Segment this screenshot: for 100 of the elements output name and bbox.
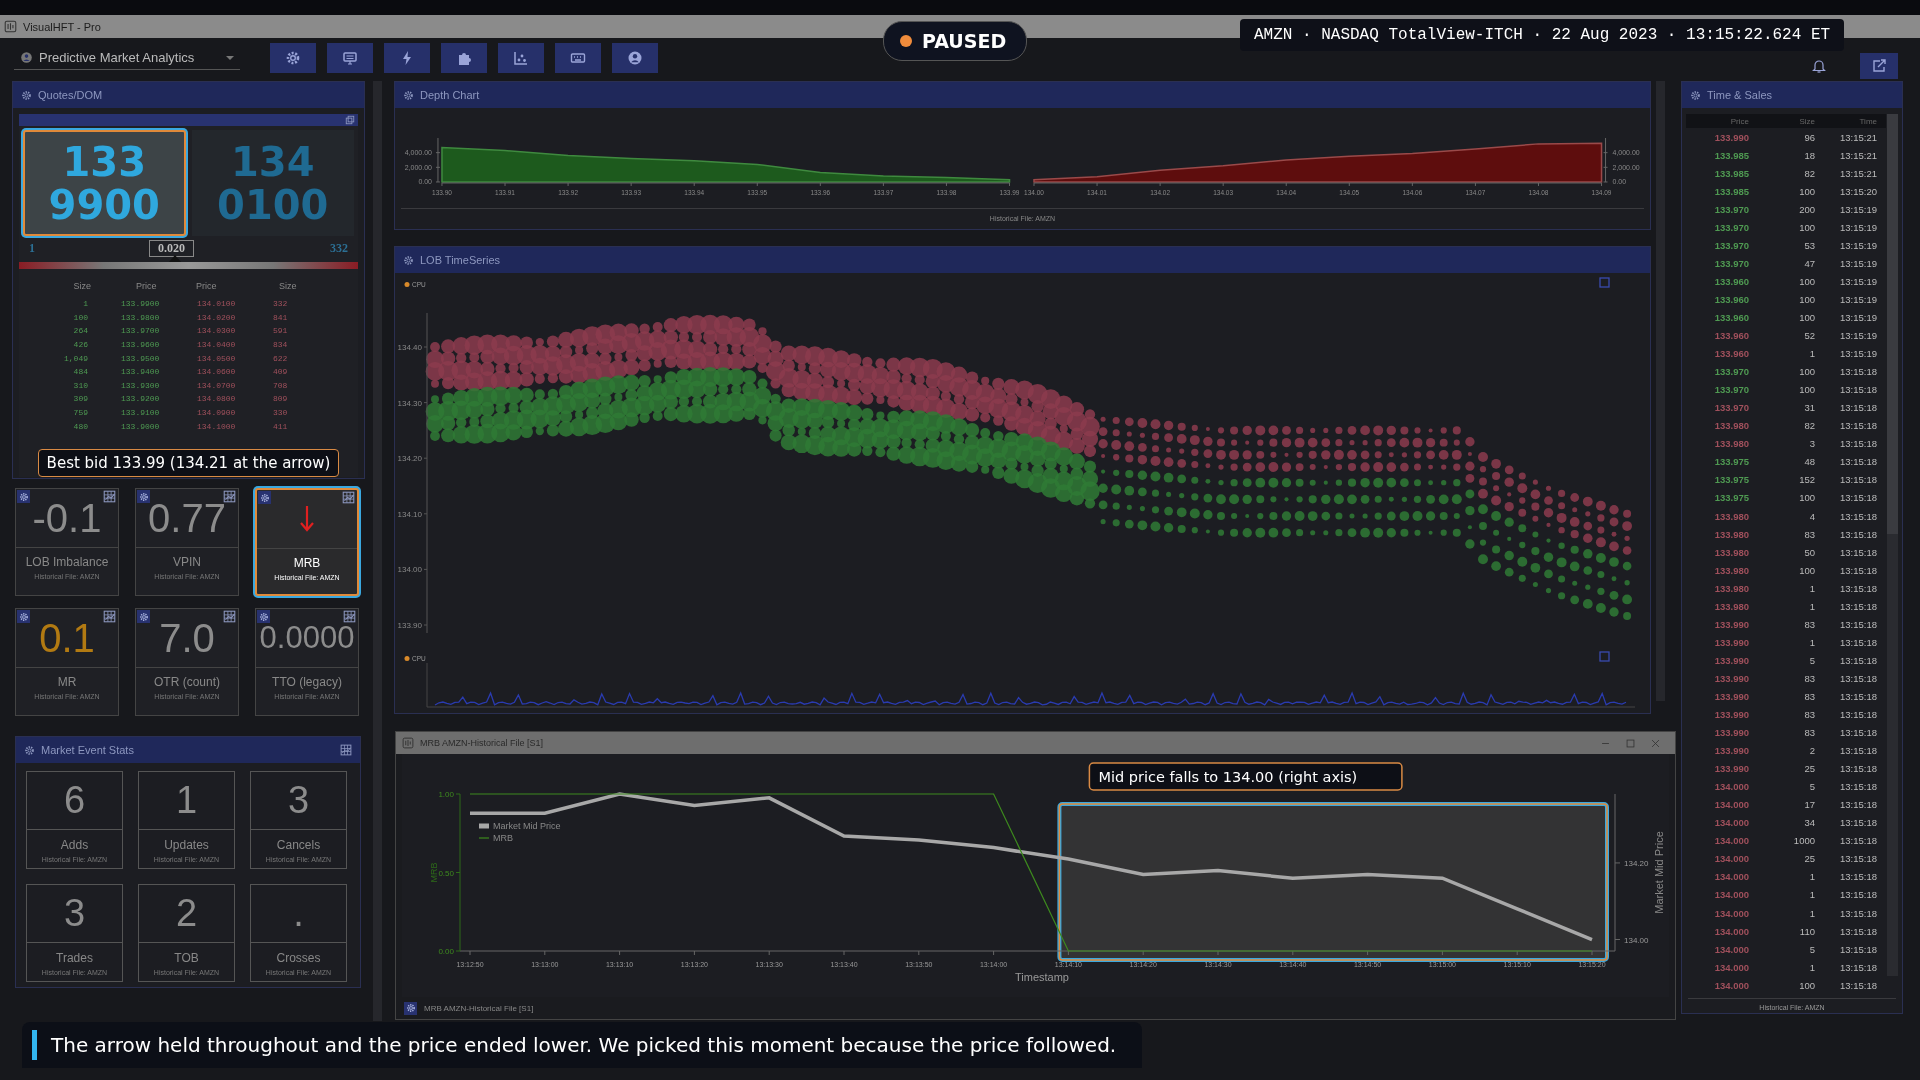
table-cell-text: 834 xyxy=(272,340,289,350)
table-cell-text: 309 xyxy=(72,394,89,404)
tile-label: VPIN xyxy=(172,555,202,569)
callout-label: Mid price falls to 134.00 (right axis) xyxy=(1088,762,1403,791)
monitor-icon xyxy=(342,50,358,66)
puzzle-button[interactable] xyxy=(441,43,487,73)
table-cell-text: 1 xyxy=(1808,348,1816,360)
scrollbar[interactable] xyxy=(1887,114,1898,976)
chart-grid-icon[interactable] xyxy=(223,490,236,503)
callout-label: Best bid 133.99 (134.21 at the arrow) xyxy=(37,448,340,477)
table-cell-text: 133.975 xyxy=(1713,456,1750,468)
table-cell-text: 133.970 xyxy=(1713,257,1750,269)
chart-grid-icon[interactable] xyxy=(340,744,352,756)
settings-icon[interactable] xyxy=(24,744,35,756)
stat-label: Adds xyxy=(59,838,90,852)
price-integer: 134 xyxy=(231,141,315,182)
chart-grid-icon[interactable] xyxy=(223,610,236,623)
settings-icon[interactable] xyxy=(403,254,414,266)
settings-icon[interactable] xyxy=(1690,89,1701,101)
y-axis xyxy=(1602,137,1608,183)
tick-label: 134.20 xyxy=(1624,858,1649,868)
table-cell-text: 48 xyxy=(1803,456,1816,468)
settings-button[interactable] xyxy=(137,610,150,623)
table-cell-text: 4 xyxy=(1808,510,1816,522)
tick-label: 133.90 xyxy=(397,621,422,630)
table-cell-text: 13:15:18 xyxy=(1839,510,1878,522)
workspace-dropdown[interactable]: Predictive Market Analytics xyxy=(14,46,240,70)
scrollbar[interactable] xyxy=(373,81,382,1021)
table-cell-text: 100 xyxy=(1798,312,1816,323)
table-cell-text: 134.000 xyxy=(1713,871,1750,883)
table-cell-text: 133.990 xyxy=(1713,654,1750,666)
table-cell-text: 13:15:21 xyxy=(1839,149,1878,161)
settings-button[interactable] xyxy=(270,43,316,73)
table-cell-text: 1 xyxy=(1808,636,1816,648)
settings-button[interactable] xyxy=(404,1001,417,1015)
monitor-button[interactable] xyxy=(327,43,373,73)
table-cell-text: 34 xyxy=(1803,817,1816,829)
table-cell-text: 13:15:18 xyxy=(1839,979,1878,991)
table-cell-text: 13:15:18 xyxy=(1839,474,1878,486)
tick-label: 134.10 xyxy=(397,509,422,519)
scatter-chart-button[interactable] xyxy=(498,43,544,73)
column-header: Size xyxy=(72,281,91,293)
chart-grid-icon[interactable] xyxy=(103,490,116,503)
table-cell-text: 25 xyxy=(1803,763,1816,775)
export-button[interactable] xyxy=(1860,53,1898,79)
copy-icon[interactable] xyxy=(345,115,355,125)
user-button[interactable] xyxy=(612,43,658,73)
table-cell-text: 13:15:19 xyxy=(1839,348,1878,360)
stat-value: 2 xyxy=(175,892,198,935)
settings-icon[interactable] xyxy=(403,89,414,101)
table-cell-text: 133.9600 xyxy=(120,340,161,350)
table-cell-text: 708 xyxy=(272,380,289,390)
table-cell-text: 134.1000 xyxy=(196,421,237,431)
status-label: PAUSED xyxy=(922,30,1007,52)
workspace-icon xyxy=(20,51,33,64)
settings-icon[interactable] xyxy=(21,89,32,101)
table-cell-text: 133.980 xyxy=(1713,438,1750,450)
table-cell-text: 133.980 xyxy=(1713,582,1750,594)
table-cell-text: 133.990 xyxy=(1713,709,1750,720)
keyboard-button[interactable] xyxy=(555,43,601,73)
table-cell-text: 13:15:21 xyxy=(1839,131,1878,143)
table-cell-text: 13:15:19 xyxy=(1839,239,1878,251)
column-header: Price xyxy=(135,281,158,293)
table-cell-text: 82 xyxy=(1803,420,1816,432)
chart-grid-icon[interactable] xyxy=(342,491,355,504)
table-cell-text: 809 xyxy=(272,394,289,404)
legend-label: Market Mid Price xyxy=(493,821,561,831)
settings-button[interactable] xyxy=(17,490,30,503)
tile-label: OTR (count) xyxy=(153,675,221,689)
table-cell-text: 134.0600 xyxy=(196,367,237,377)
settings-button[interactable] xyxy=(17,610,30,623)
column-header: Size xyxy=(1798,116,1816,126)
table-cell-text: 133.985 xyxy=(1713,167,1750,179)
table-cell-text: 133.9000 xyxy=(120,421,161,431)
puzzle-icon xyxy=(456,50,472,66)
bell-icon xyxy=(1811,58,1827,74)
table-cell-text: 134.000 xyxy=(1713,835,1750,847)
metric-value: 7.0 xyxy=(159,615,215,661)
table-cell-text: 13:15:18 xyxy=(1839,889,1878,901)
table-cell-text: 133.970 xyxy=(1713,221,1750,233)
stat-label: Cancels xyxy=(275,838,322,852)
table-cell-text: 133.990 xyxy=(1713,727,1750,739)
table-cell-text: 13:15:18 xyxy=(1839,709,1878,720)
scatter-chart-icon xyxy=(513,50,529,66)
settings-button[interactable] xyxy=(137,490,150,503)
bolt-button[interactable] xyxy=(384,43,430,73)
table-cell-text: 100 xyxy=(1798,293,1816,305)
chart-grid-icon[interactable] xyxy=(103,610,116,623)
stat-label: Updates xyxy=(163,838,210,852)
ask-size: 332 xyxy=(330,240,348,256)
tick-label: 134.00 xyxy=(1624,935,1649,945)
settings-button[interactable] xyxy=(258,491,271,504)
table-cell-text: 100 xyxy=(1798,384,1816,396)
table-cell-text: 133.970 xyxy=(1713,402,1750,414)
chart-grid-icon[interactable] xyxy=(343,610,356,623)
settings-button[interactable] xyxy=(257,610,270,623)
table-cell-text: 133.960 xyxy=(1713,330,1750,342)
table-cell-text: 13:15:19 xyxy=(1839,221,1878,233)
table-cell-text: 133.990 xyxy=(1713,636,1750,648)
table-cell-text: 13:15:19 xyxy=(1839,312,1878,323)
